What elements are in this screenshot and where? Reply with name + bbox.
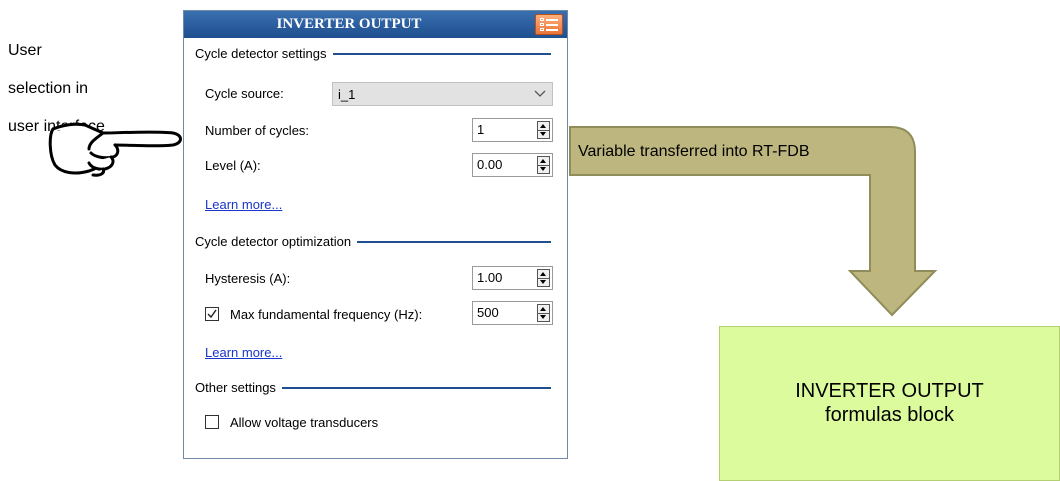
allow-voltage-transducers-checkbox[interactable] bbox=[205, 415, 219, 429]
learn-more-link-optimization[interactable]: Learn more... bbox=[205, 345, 282, 360]
learn-more-link-settings[interactable]: Learn more... bbox=[205, 197, 282, 212]
section-divider bbox=[357, 240, 551, 243]
hysteresis-stepper[interactable]: 1.00 bbox=[472, 266, 553, 290]
checkmark-icon bbox=[207, 309, 217, 319]
formulas-block-line-2: formulas block bbox=[825, 404, 954, 426]
allow-voltage-transducers-label: Allow voltage transducers bbox=[230, 415, 379, 430]
hysteresis-label: Hysteresis (A): bbox=[205, 271, 291, 286]
section-divider bbox=[281, 386, 551, 389]
number-of-cycles-stepper[interactable]: 1 bbox=[472, 118, 553, 142]
section-title: Cycle detector optimization bbox=[195, 234, 352, 249]
formulas-block-line-1: INVERTER OUTPUT bbox=[795, 380, 984, 402]
menu-list-icon[interactable] bbox=[535, 14, 563, 35]
number-of-cycles-value: 1 bbox=[477, 122, 485, 137]
level-value: 0.00 bbox=[477, 157, 503, 172]
section-cycle-detector-optimization: Cycle detector optimization bbox=[195, 234, 551, 249]
level-stepper[interactable]: 0.00 bbox=[472, 153, 553, 177]
chevron-down-icon bbox=[534, 90, 546, 97]
spin-down-icon[interactable] bbox=[538, 130, 549, 138]
spin-down-icon[interactable] bbox=[538, 165, 549, 173]
spin-down-icon[interactable] bbox=[538, 278, 549, 286]
section-cycle-detector-settings: Cycle detector settings bbox=[195, 46, 551, 61]
hysteresis-value: 1.00 bbox=[477, 270, 503, 285]
max-frequency-stepper[interactable]: 500 bbox=[472, 301, 553, 325]
max-frequency-label: Max fundamental frequency (Hz): bbox=[230, 307, 423, 322]
arrow-label: Variable transferred into RT-FDB bbox=[578, 143, 810, 160]
cycle-source-value: i_1 bbox=[338, 87, 356, 102]
panel-titlebar: INVERTER OUTPUT bbox=[184, 11, 567, 38]
formulas-block: INVERTER OUTPUT formulas block bbox=[719, 326, 1060, 481]
level-label: Level (A): bbox=[205, 158, 261, 173]
section-title: Other settings bbox=[195, 380, 276, 395]
spin-down-icon[interactable] bbox=[538, 313, 549, 321]
cycle-source-select[interactable]: i_1 bbox=[332, 82, 553, 106]
section-divider bbox=[332, 52, 551, 55]
section-other-settings: Other settings bbox=[195, 380, 551, 395]
max-frequency-checkbox[interactable] bbox=[205, 307, 219, 321]
cycle-source-label: Cycle source: bbox=[205, 86, 284, 101]
section-title: Cycle detector settings bbox=[195, 46, 327, 61]
number-of-cycles-label: Number of cycles: bbox=[205, 123, 310, 138]
panel-title: INVERTER OUTPUT bbox=[276, 16, 422, 32]
max-frequency-value: 500 bbox=[477, 305, 499, 320]
inverter-output-panel: INVERTER OUTPUT Cycle detector settings … bbox=[183, 10, 568, 459]
